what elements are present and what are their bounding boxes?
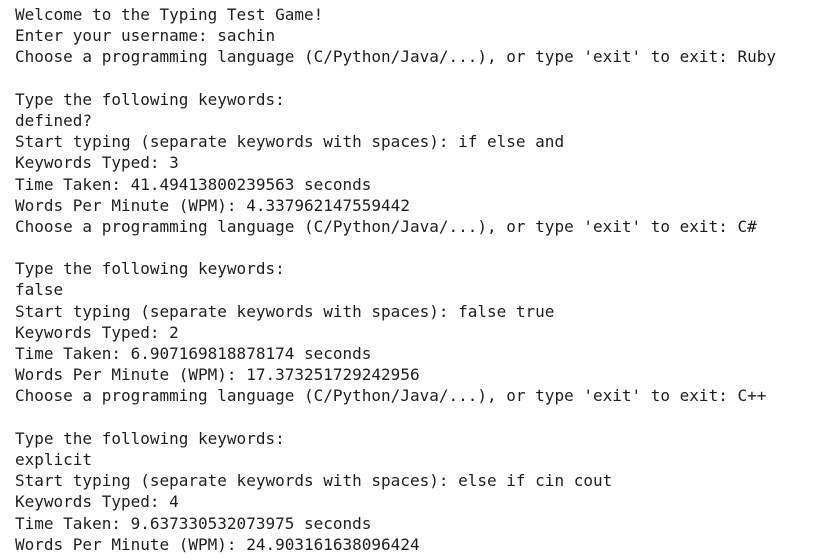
console-line: Welcome to the Typing Test Game!: [15, 5, 324, 24]
console-line: explicit: [15, 449, 93, 469]
console-line: Start typing (separate keywords with spa…: [15, 301, 555, 321]
console-line: Type the following keywords:: [15, 89, 285, 109]
console-line: Type the following keywords:: [15, 259, 285, 279]
console-line: Time Taken: 9.637330532073975 seconds: [15, 513, 372, 533]
console-line: Type the following keywords:: [15, 428, 285, 448]
console-line: Enter your username: sachin: [15, 26, 276, 46]
console-line: Choose a programming language (C/Python/…: [15, 386, 767, 406]
console-line: Start typing (separate keywords with spa…: [15, 471, 613, 491]
console-line: Choose a programming language (C/Python/…: [15, 47, 776, 67]
console-line: Keywords Typed: 3: [15, 153, 179, 173]
console-line: Words Per Minute (WPM): 4.33796214755944…: [15, 195, 410, 215]
console-line: Keywords Typed: 2: [15, 322, 179, 342]
console-line: Choose a programming language (C/Python/…: [15, 216, 757, 236]
console-line: Time Taken: 41.49413800239563 seconds: [15, 174, 372, 194]
console-line: Time Taken: 6.907169818878174 seconds: [15, 344, 372, 363]
console-line: defined?: [15, 110, 93, 130]
console-line: Words Per Minute (WPM): 17.3732517292429…: [15, 365, 420, 385]
console-line: Words Per Minute (WPM): 24.9031616380964…: [15, 534, 420, 554]
console-line: Keywords Typed: 4: [15, 492, 179, 512]
console-line: Start typing (separate keywords with spa…: [15, 132, 565, 152]
console-line: false: [15, 280, 64, 300]
console-output[interactable]: Welcome to the Typing Test Game! Enter yo…: [15, 4, 776, 555]
